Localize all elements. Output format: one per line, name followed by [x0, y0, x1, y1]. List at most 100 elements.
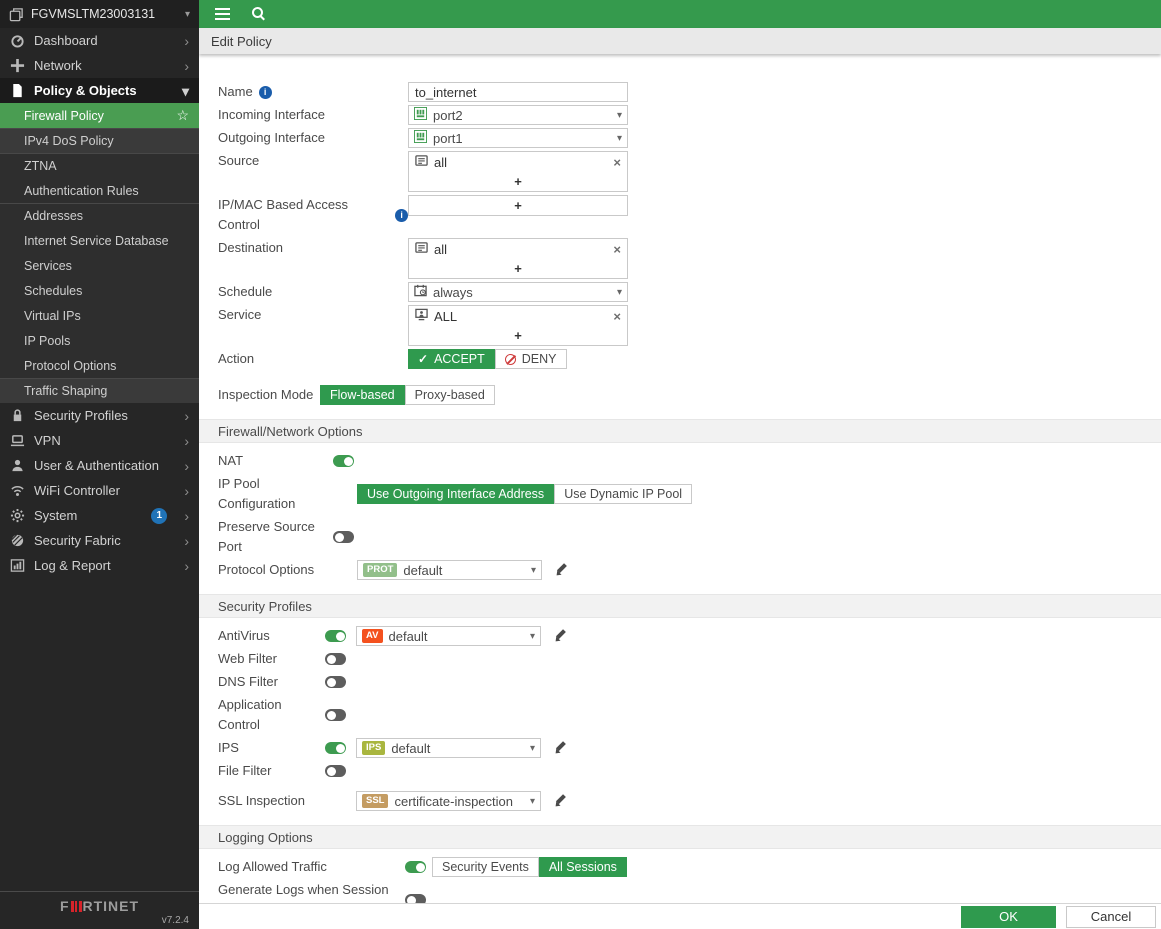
log-allowed-traffic-toggle[interactable] [405, 861, 426, 873]
hamburger-menu-icon[interactable] [215, 8, 230, 10]
name-input[interactable] [408, 82, 628, 102]
sidebar-item-firewall-policy[interactable]: Firewall Policy ☆ [0, 103, 199, 128]
preserve-source-port-label: Preserve Source Port [218, 517, 333, 557]
preserve-source-port-toggle[interactable] [333, 531, 354, 543]
chevron-right-icon: › [184, 459, 189, 473]
all-sessions-button[interactable]: All Sessions [539, 857, 627, 877]
sidebar-item-internet-service-database[interactable]: Internet Service Database [0, 228, 199, 253]
sidebar-item-ztna[interactable]: ZTNA [0, 153, 199, 178]
chevron-down-icon: ▾ [530, 796, 535, 807]
sidebar-item-wifi-controller[interactable]: WiFi Controller › [0, 478, 199, 503]
incoming-interface-select[interactable]: port2 ▾ [408, 105, 628, 125]
proxy-based-button[interactable]: Proxy-based [405, 385, 495, 405]
sidebar-item-traffic-shaping[interactable]: Traffic Shaping [0, 378, 199, 403]
field-protocol-options: Protocol Options PROT default ▾ [218, 560, 1161, 580]
field-dns-filter: DNS Filter [218, 672, 1161, 692]
ssl-inspection-select[interactable]: SSL certificate-inspection ▾ [356, 791, 541, 811]
chevron-down-icon: ▾ [530, 631, 535, 642]
sidebar-item-schedules[interactable]: Schedules [0, 278, 199, 303]
info-icon[interactable]: i [259, 86, 272, 99]
label-text: Source [218, 151, 259, 171]
cancel-button[interactable]: Cancel [1066, 906, 1156, 928]
laptop-icon [10, 433, 25, 448]
name-label: Name i [218, 82, 408, 102]
edit-pencil-icon[interactable] [553, 629, 567, 643]
dns-filter-toggle[interactable] [325, 676, 346, 688]
chevron-down-icon: ▾ [182, 84, 189, 98]
sidebar-item-vpn[interactable]: VPN › [0, 428, 199, 453]
destination-entry-all[interactable]: all × [409, 239, 627, 259]
security-events-button[interactable]: Security Events [432, 857, 539, 877]
sidebar-item-label: Virtual IPs [24, 309, 81, 323]
sidebar-item-protocol-options[interactable]: Protocol Options [0, 353, 199, 378]
schedule-select[interactable]: always ▾ [408, 282, 628, 302]
ok-button[interactable]: OK [961, 906, 1056, 928]
edit-policy-form: Name i Incoming Interface port2 ▾ Outgoi… [199, 54, 1161, 903]
plus-icon: + [514, 174, 522, 189]
service-label: Service [218, 305, 408, 325]
protocol-options-select[interactable]: PROT default ▾ [357, 560, 542, 580]
entry-label: all [434, 242, 447, 257]
remove-icon[interactable]: × [613, 310, 621, 323]
add-destination-button[interactable]: + [409, 259, 627, 278]
edit-pencil-icon[interactable] [553, 794, 567, 808]
sidebar-item-user-authentication[interactable]: User & Authentication › [0, 453, 199, 478]
sidebar-item-services[interactable]: Services [0, 253, 199, 278]
sidebar-item-security-fabric[interactable]: Security Fabric › [0, 528, 199, 553]
field-ip-pool-configuration: IP Pool Configuration Use Outgoing Inter… [218, 474, 1161, 514]
sidebar-item-security-profiles[interactable]: Security Profiles › [0, 403, 199, 428]
field-schedule: Schedule always ▾ [218, 282, 1161, 302]
edit-pencil-icon[interactable] [554, 563, 568, 577]
sidebar-item-label: Internet Service Database [24, 234, 169, 248]
outgoing-interface-select[interactable]: port1 ▾ [408, 128, 628, 148]
remove-icon[interactable]: × [613, 243, 621, 256]
use-dynamic-ip-pool-button[interactable]: Use Dynamic IP Pool [554, 484, 692, 504]
sidebar-item-virtual-ips[interactable]: Virtual IPs [0, 303, 199, 328]
file-filter-toggle[interactable] [325, 765, 346, 777]
ips-select[interactable]: IPS default ▾ [356, 738, 541, 758]
sidebar-item-ip-pools[interactable]: IP Pools [0, 328, 199, 353]
interface-icon [414, 130, 427, 146]
sidebar-item-system[interactable]: System 1 › [0, 503, 199, 528]
service-entry-all[interactable]: ALL × [409, 306, 627, 326]
nat-toggle[interactable] [333, 455, 354, 467]
antivirus-select[interactable]: AV default ▾ [356, 626, 541, 646]
label-text: Outgoing Interface [218, 128, 325, 148]
accept-button[interactable]: ✓ ACCEPT [408, 349, 495, 369]
sidebar-item-label: Protocol Options [24, 359, 116, 373]
network-icon [10, 58, 25, 73]
section-firewall-network-options: Firewall/Network Options [199, 419, 1161, 443]
sidebar-item-dashboard[interactable]: Dashboard › [0, 28, 199, 53]
button-label: ACCEPT [434, 352, 485, 366]
add-ipmac-button[interactable]: + [409, 196, 627, 215]
edit-pencil-icon[interactable] [553, 741, 567, 755]
ips-toggle[interactable] [325, 742, 346, 754]
search-icon[interactable] [252, 7, 266, 21]
firmware-version: v7.2.4 [10, 915, 189, 926]
av-badge: AV [362, 629, 383, 643]
device-selector[interactable]: FGVMSLTM23003131 ▾ [0, 0, 199, 28]
label-text: Name [218, 82, 253, 102]
label-text: SSL Inspection [218, 791, 305, 811]
remove-icon[interactable]: × [613, 156, 621, 169]
add-service-button[interactable]: + [409, 326, 627, 345]
flow-based-button[interactable]: Flow-based [320, 385, 405, 405]
sidebar-item-network[interactable]: Network › [0, 53, 199, 78]
generate-logs-toggle[interactable] [405, 894, 426, 903]
sidebar-footer: F RTINET v7.2.4 [0, 891, 199, 929]
sidebar-item-addresses[interactable]: Addresses [0, 203, 199, 228]
sidebar-item-policy-objects[interactable]: Policy & Objects ▾ [0, 78, 199, 103]
ssl-badge: SSL [362, 794, 388, 808]
star-icon[interactable]: ☆ [176, 107, 189, 124]
deny-button[interactable]: DENY [495, 349, 567, 369]
sidebar-item-authentication-rules[interactable]: Authentication Rules [0, 178, 199, 203]
antivirus-toggle[interactable] [325, 630, 346, 642]
info-icon[interactable]: i [395, 209, 408, 222]
sidebar-item-ipv4-dos-policy[interactable]: IPv4 DoS Policy [0, 128, 199, 153]
source-entry-all[interactable]: all × [409, 152, 627, 172]
application-control-toggle[interactable] [325, 709, 346, 721]
web-filter-toggle[interactable] [325, 653, 346, 665]
use-outgoing-interface-address-button[interactable]: Use Outgoing Interface Address [357, 484, 554, 504]
add-source-button[interactable]: + [409, 172, 627, 191]
sidebar-item-log-report[interactable]: Log & Report › [0, 553, 199, 578]
